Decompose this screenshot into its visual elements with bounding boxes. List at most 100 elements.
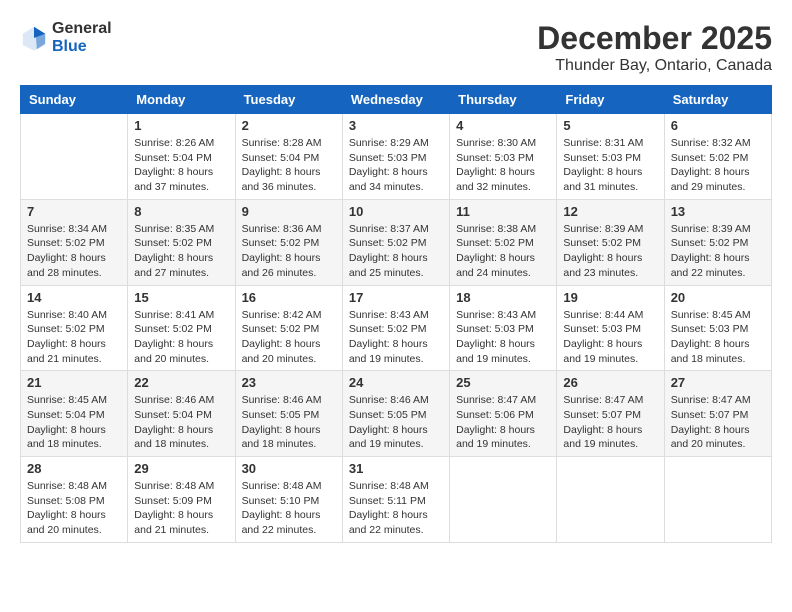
day-info: Sunrise: 8:45 AMSunset: 5:04 PMDaylight:… (27, 393, 121, 452)
calendar-cell: 25 Sunrise: 8:47 AMSunset: 5:06 PMDayligh… (450, 371, 557, 457)
day-number: 8 (134, 204, 228, 219)
calendar-cell: 13 Sunrise: 8:39 AMSunset: 5:02 PMDayligh… (664, 199, 771, 285)
day-number: 15 (134, 290, 228, 305)
calendar-cell: 19 Sunrise: 8:44 AMSunset: 5:03 PMDayligh… (557, 285, 664, 371)
day-number: 31 (349, 461, 443, 476)
day-number: 12 (563, 204, 657, 219)
calendar-table: SundayMondayTuesdayWednesdayThursdayFrid… (20, 85, 772, 543)
calendar-cell: 27 Sunrise: 8:47 AMSunset: 5:07 PMDayligh… (664, 371, 771, 457)
day-info: Sunrise: 8:39 AMSunset: 5:02 PMDaylight:… (671, 222, 765, 281)
day-number: 21 (27, 375, 121, 390)
calendar-cell: 14 Sunrise: 8:40 AMSunset: 5:02 PMDayligh… (21, 285, 128, 371)
day-number: 14 (27, 290, 121, 305)
calendar-cell (664, 457, 771, 543)
day-info: Sunrise: 8:47 AMSunset: 5:07 PMDaylight:… (563, 393, 657, 452)
day-number: 25 (456, 375, 550, 390)
header-friday: Friday (557, 86, 664, 114)
month-title: December 2025 (537, 20, 772, 57)
day-number: 19 (563, 290, 657, 305)
day-number: 30 (242, 461, 336, 476)
header-monday: Monday (128, 86, 235, 114)
day-info: Sunrise: 8:48 AMSunset: 5:08 PMDaylight:… (27, 479, 121, 538)
day-info: Sunrise: 8:48 AMSunset: 5:10 PMDaylight:… (242, 479, 336, 538)
calendar-cell: 7 Sunrise: 8:34 AMSunset: 5:02 PMDaylight… (21, 199, 128, 285)
day-info: Sunrise: 8:30 AMSunset: 5:03 PMDaylight:… (456, 136, 550, 195)
logo-icon (20, 24, 48, 52)
calendar-cell: 21 Sunrise: 8:45 AMSunset: 5:04 PMDayligh… (21, 371, 128, 457)
day-number: 20 (671, 290, 765, 305)
calendar-cell (557, 457, 664, 543)
calendar-cell: 8 Sunrise: 8:35 AMSunset: 5:02 PMDaylight… (128, 199, 235, 285)
day-info: Sunrise: 8:46 AMSunset: 5:04 PMDaylight:… (134, 393, 228, 452)
calendar-cell: 4 Sunrise: 8:30 AMSunset: 5:03 PMDaylight… (450, 114, 557, 200)
day-info: Sunrise: 8:46 AMSunset: 5:05 PMDaylight:… (349, 393, 443, 452)
day-number: 3 (349, 118, 443, 133)
day-number: 2 (242, 118, 336, 133)
day-info: Sunrise: 8:29 AMSunset: 5:03 PMDaylight:… (349, 136, 443, 195)
calendar-cell: 28Sunrise: 8:48 AMSunset: 5:08 PMDayligh… (21, 457, 128, 543)
day-info: Sunrise: 8:44 AMSunset: 5:03 PMDaylight:… (563, 308, 657, 367)
day-number: 5 (563, 118, 657, 133)
calendar-week-row: 21 Sunrise: 8:45 AMSunset: 5:04 PMDayligh… (21, 371, 772, 457)
calendar-week-row: 14 Sunrise: 8:40 AMSunset: 5:02 PMDayligh… (21, 285, 772, 371)
day-info: Sunrise: 8:40 AMSunset: 5:02 PMDaylight:… (27, 308, 121, 367)
day-number: 23 (242, 375, 336, 390)
day-number: 29 (134, 461, 228, 476)
day-info: Sunrise: 8:26 AMSunset: 5:04 PMDaylight:… (134, 136, 228, 195)
calendar-cell: 18Sunrise: 8:43 AMSunset: 5:03 PMDayligh… (450, 285, 557, 371)
day-number: 7 (27, 204, 121, 219)
calendar-week-row: 28Sunrise: 8:48 AMSunset: 5:08 PMDayligh… (21, 457, 772, 543)
day-number: 13 (671, 204, 765, 219)
day-info: Sunrise: 8:32 AMSunset: 5:02 PMDaylight:… (671, 136, 765, 195)
calendar-cell: 3 Sunrise: 8:29 AMSunset: 5:03 PMDaylight… (342, 114, 449, 200)
location-title: Thunder Bay, Ontario, Canada (537, 57, 772, 75)
day-info: Sunrise: 8:47 AMSunset: 5:06 PMDaylight:… (456, 393, 550, 452)
day-info: Sunrise: 8:35 AMSunset: 5:02 PMDaylight:… (134, 222, 228, 281)
calendar-cell (450, 457, 557, 543)
day-info: Sunrise: 8:46 AMSunset: 5:05 PMDaylight:… (242, 393, 336, 452)
calendar-week-row: 1Sunrise: 8:26 AMSunset: 5:04 PMDaylight… (21, 114, 772, 200)
day-info: Sunrise: 8:34 AMSunset: 5:02 PMDaylight:… (27, 222, 121, 281)
header-thursday: Thursday (450, 86, 557, 114)
day-info: Sunrise: 8:42 AMSunset: 5:02 PMDaylight:… (242, 308, 336, 367)
day-info: Sunrise: 8:47 AMSunset: 5:07 PMDaylight:… (671, 393, 765, 452)
calendar-cell: 22Sunrise: 8:46 AMSunset: 5:04 PMDayligh… (128, 371, 235, 457)
header-saturday: Saturday (664, 86, 771, 114)
calendar-cell: 24 Sunrise: 8:46 AMSunset: 5:05 PMDayligh… (342, 371, 449, 457)
calendar-cell: 29Sunrise: 8:48 AMSunset: 5:09 PMDayligh… (128, 457, 235, 543)
calendar-cell: 5 Sunrise: 8:31 AMSunset: 5:03 PMDaylight… (557, 114, 664, 200)
day-number: 11 (456, 204, 550, 219)
day-info: Sunrise: 8:31 AMSunset: 5:03 PMDaylight:… (563, 136, 657, 195)
calendar-cell: 31Sunrise: 8:48 AMSunset: 5:11 PMDayligh… (342, 457, 449, 543)
header-tuesday: Tuesday (235, 86, 342, 114)
calendar-header-row: SundayMondayTuesdayWednesdayThursdayFrid… (21, 86, 772, 114)
day-info: Sunrise: 8:43 AMSunset: 5:02 PMDaylight:… (349, 308, 443, 367)
day-number: 18 (456, 290, 550, 305)
day-number: 10 (349, 204, 443, 219)
day-number: 26 (563, 375, 657, 390)
calendar-cell: 10 Sunrise: 8:37 AMSunset: 5:02 PMDayligh… (342, 199, 449, 285)
day-number: 17 (349, 290, 443, 305)
calendar-cell: 1Sunrise: 8:26 AMSunset: 5:04 PMDaylight… (128, 114, 235, 200)
day-info: Sunrise: 8:37 AMSunset: 5:02 PMDaylight:… (349, 222, 443, 281)
calendar-cell: 16Sunrise: 8:42 AMSunset: 5:02 PMDayligh… (235, 285, 342, 371)
day-info: Sunrise: 8:39 AMSunset: 5:02 PMDaylight:… (563, 222, 657, 281)
day-info: Sunrise: 8:45 AMSunset: 5:03 PMDaylight:… (671, 308, 765, 367)
calendar-cell: 11Sunrise: 8:38 AMSunset: 5:02 PMDayligh… (450, 199, 557, 285)
calendar-cell: 15 Sunrise: 8:41 AMSunset: 5:02 PMDayligh… (128, 285, 235, 371)
calendar-cell: 26 Sunrise: 8:47 AMSunset: 5:07 PMDayligh… (557, 371, 664, 457)
header-sunday: Sunday (21, 86, 128, 114)
title-area: December 2025 Thunder Bay, Ontario, Cana… (537, 20, 772, 75)
day-number: 9 (242, 204, 336, 219)
day-number: 27 (671, 375, 765, 390)
day-number: 24 (349, 375, 443, 390)
day-info: Sunrise: 8:41 AMSunset: 5:02 PMDaylight:… (134, 308, 228, 367)
day-number: 6 (671, 118, 765, 133)
calendar-cell: 17 Sunrise: 8:43 AMSunset: 5:02 PMDayligh… (342, 285, 449, 371)
day-info: Sunrise: 8:28 AMSunset: 5:04 PMDaylight:… (242, 136, 336, 195)
day-number: 4 (456, 118, 550, 133)
calendar-cell: 20 Sunrise: 8:45 AMSunset: 5:03 PMDayligh… (664, 285, 771, 371)
calendar-cell: 23 Sunrise: 8:46 AMSunset: 5:05 PMDayligh… (235, 371, 342, 457)
calendar-cell: 9Sunrise: 8:36 AMSunset: 5:02 PMDaylight… (235, 199, 342, 285)
header-wednesday: Wednesday (342, 86, 449, 114)
